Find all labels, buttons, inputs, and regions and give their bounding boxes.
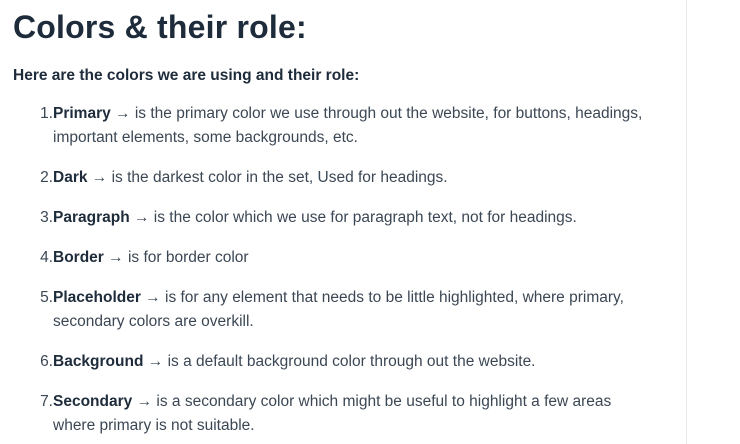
right-panel-divider	[686, 0, 687, 444]
arrow-icon: →	[143, 353, 168, 370]
arrow-icon: →	[103, 249, 128, 266]
term-dark: Dark	[53, 169, 88, 186]
term-background: Background	[53, 353, 144, 370]
list-number: 5.	[40, 289, 53, 306]
arrow-icon: →	[132, 393, 157, 410]
document-content: Colors & their role: Here are the colors…	[13, 0, 683, 438]
term-paragraph: Paragraph	[53, 209, 130, 226]
term-placeholder: Placeholder	[53, 289, 141, 306]
list-item-placeholder: 5. Placeholder → is for any element that…	[13, 286, 683, 334]
arrow-icon: →	[110, 105, 135, 122]
intro-text: Here are the colors we are using and the…	[13, 67, 360, 84]
list-number: 7.	[40, 393, 53, 410]
item-description: is for border color	[127, 249, 249, 266]
list-number: 6.	[40, 353, 53, 370]
term-primary: Primary	[53, 105, 111, 122]
page-title: Colors & their role:	[13, 9, 307, 45]
item-description: is the color which we use for paragraph …	[153, 209, 577, 226]
arrow-icon: →	[140, 289, 165, 306]
list-item-primary: 1. Primary → is the primary color we use…	[13, 102, 683, 150]
term-border: Border	[53, 249, 104, 266]
list-item-secondary: 7. Secondary → is a secondary color whic…	[13, 390, 683, 438]
list-number: 1.	[40, 105, 53, 122]
list-item-background: 6. Background → is a default background …	[13, 350, 683, 374]
list-number: 3.	[40, 209, 53, 226]
color-roles-list: 1. Primary → is the primary color we use…	[13, 102, 683, 438]
arrow-icon: →	[87, 169, 112, 186]
list-item-border: 4. Border → is for border color	[13, 246, 683, 270]
list-number: 2.	[40, 169, 53, 186]
list-number: 4.	[40, 249, 53, 266]
arrow-icon: →	[129, 209, 154, 226]
item-description: is a default background color through ou…	[167, 353, 536, 370]
list-item-dark: 2. Dark → is the darkest color in the se…	[13, 166, 683, 190]
item-description: is the darkest color in the set, Used fo…	[111, 169, 448, 186]
list-item-paragraph: 3. Paragraph → is the color which we use…	[13, 206, 683, 230]
term-secondary: Secondary	[53, 393, 133, 410]
item-description: is the primary color we use through out …	[53, 105, 643, 146]
